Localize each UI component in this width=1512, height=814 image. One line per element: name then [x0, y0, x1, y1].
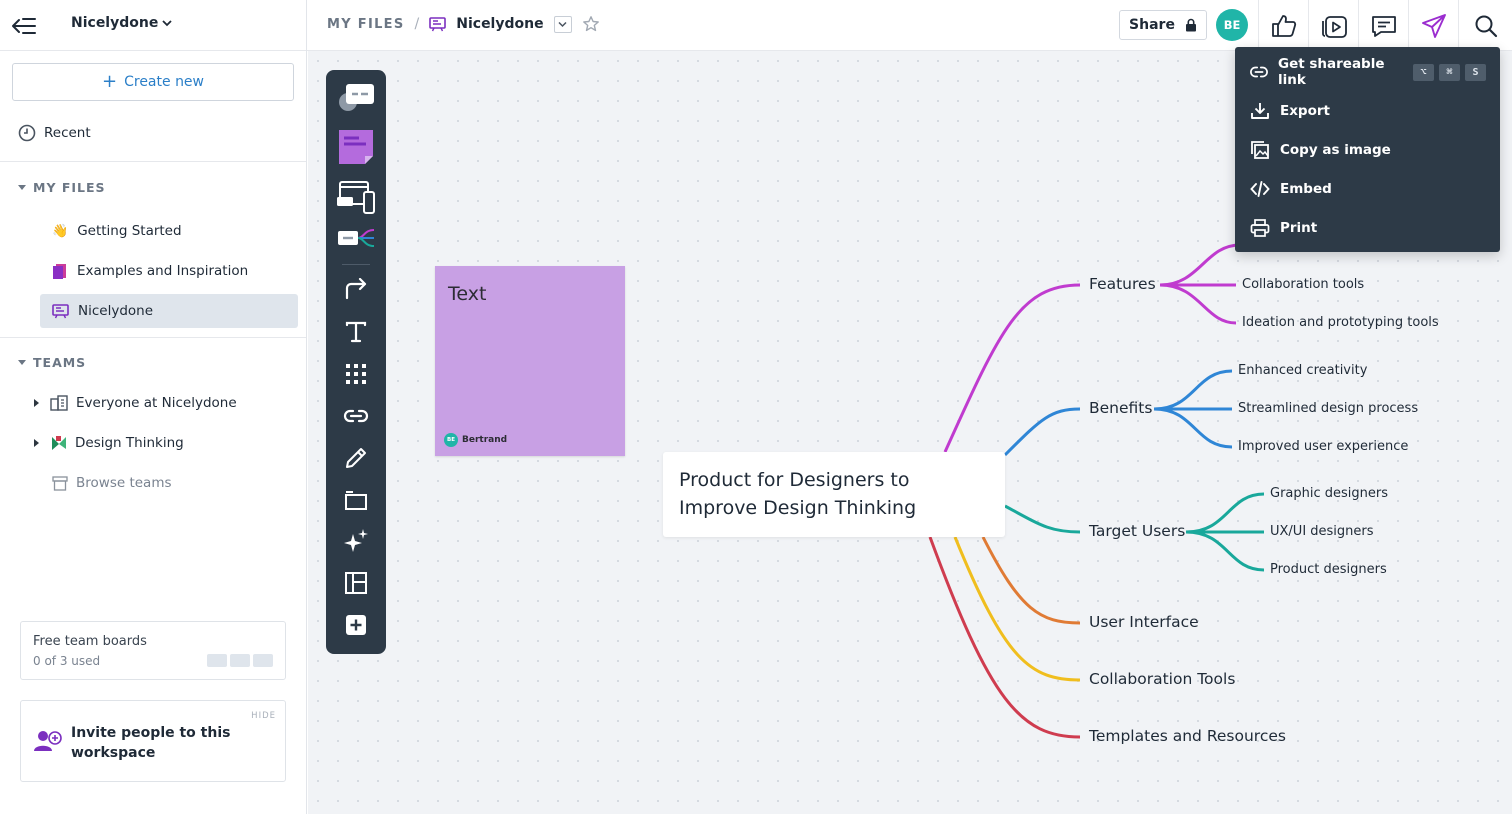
sticky-note-tool[interactable]: [334, 127, 378, 167]
connector-target-child: [1185, 530, 1265, 572]
printer-icon: [1250, 219, 1270, 237]
menu-copy-as-image[interactable]: Copy as image: [1235, 133, 1500, 167]
copy-image-icon: [1251, 141, 1269, 159]
devices-icon: [337, 181, 375, 214]
link-icon: [343, 409, 369, 423]
mindmap-node-collaboration-tools[interactable]: Collaboration Tools: [1089, 670, 1235, 688]
layout-icon: [345, 572, 367, 594]
menu-print[interactable]: Print: [1235, 211, 1500, 245]
devices-tool[interactable]: [334, 177, 378, 217]
menu-get-shareable-link[interactable]: Get shareable link ⌥ ⌘ S: [1235, 55, 1500, 89]
grid-dots-icon: [346, 364, 366, 384]
apps-tool[interactable]: [334, 354, 378, 394]
pencil-icon: [346, 448, 366, 468]
shortcut-key: ⌥: [1413, 63, 1434, 81]
mindmap-icon: [338, 229, 375, 247]
arrow-turn-icon: [345, 278, 367, 300]
mindmap-node-benefits[interactable]: Benefits: [1089, 399, 1152, 417]
author-name: Bertrand: [462, 435, 508, 445]
connector-benefits: [1003, 407, 1081, 457]
menu-label: Embed: [1280, 181, 1332, 197]
mindmap-node-user-interface[interactable]: User Interface: [1089, 613, 1199, 631]
shortcut-keys: ⌥ ⌘ S: [1413, 63, 1486, 81]
sticky-note[interactable]: Text BE Bertrand: [435, 266, 625, 456]
mindmap-leaf[interactable]: Product designers: [1270, 562, 1387, 577]
menu-label: Get shareable link: [1277, 56, 1385, 88]
share-dropdown-menu: Get shareable link ⌥ ⌘ S Export Copy as …: [1235, 47, 1500, 252]
frame-icon: [345, 491, 367, 510]
connector-benefits-child: [1153, 369, 1233, 411]
toolbar-divider: [342, 264, 370, 265]
shortcut-key: ⌘: [1439, 63, 1460, 81]
sparkles-icon: [344, 529, 368, 552]
sticky-note-text[interactable]: Text: [448, 283, 486, 305]
connector-features-child: [1159, 243, 1241, 287]
mindmap-leaf[interactable]: Collaboration tools: [1242, 277, 1364, 292]
connector-collaboration-tools: [953, 536, 1081, 682]
more-tools[interactable]: [334, 605, 378, 645]
menu-export[interactable]: Export: [1235, 94, 1500, 128]
menu-label: Print: [1280, 220, 1318, 236]
mindmap-leaf[interactable]: Improved user experience: [1238, 439, 1408, 454]
shapes-icon: [339, 84, 374, 111]
connector-tool[interactable]: [334, 269, 378, 309]
mindmap-leaf[interactable]: Ideation and prototyping tools: [1242, 315, 1439, 330]
mindmap-tool[interactable]: [334, 219, 378, 259]
mindmap-leaf[interactable]: UX/UI designers: [1270, 524, 1374, 539]
creation-toolbar: [326, 70, 386, 654]
author-avatar: BE: [444, 433, 458, 447]
plus-square-icon: [346, 615, 366, 635]
mindmap-root-node[interactable]: Product for Designers to Improve Design …: [663, 452, 1005, 537]
ai-tool[interactable]: [334, 521, 378, 561]
connector-target-users: [1004, 504, 1081, 534]
pen-tool[interactable]: [334, 438, 378, 478]
templates-tool[interactable]: [334, 563, 378, 603]
menu-label: Copy as image: [1280, 142, 1391, 158]
mindmap-leaf[interactable]: Streamlined design process: [1238, 401, 1418, 416]
mindmap-leaf[interactable]: Graphic designers: [1270, 486, 1388, 501]
text-icon: [345, 321, 367, 343]
link-tool[interactable]: [334, 396, 378, 436]
mindmap-node-target-users[interactable]: Target Users: [1089, 522, 1185, 540]
mindmap-node-features[interactable]: Features: [1089, 275, 1156, 293]
shapes-tool[interactable]: [334, 76, 378, 116]
code-icon: [1250, 181, 1270, 197]
menu-embed[interactable]: Embed: [1235, 172, 1500, 206]
sticky-note-author: BE Bertrand: [444, 433, 507, 447]
menu-label: Export: [1280, 103, 1330, 119]
text-tool[interactable]: [334, 312, 378, 352]
sticky-note-icon: [339, 130, 373, 164]
connector-features-child: [1159, 283, 1237, 325]
mindmap-node-templates[interactable]: Templates and Resources: [1089, 727, 1286, 745]
connector-benefits-child: [1153, 407, 1233, 449]
connector-user-interface: [981, 536, 1081, 625]
download-icon: [1251, 103, 1269, 119]
connector-features: [943, 283, 1081, 453]
shortcut-key: S: [1465, 63, 1486, 81]
mindmap-leaf[interactable]: Enhanced creativity: [1238, 363, 1367, 378]
link-icon: [1250, 66, 1268, 78]
frame-tool[interactable]: [334, 480, 378, 520]
connector-target-child: [1185, 492, 1265, 534]
